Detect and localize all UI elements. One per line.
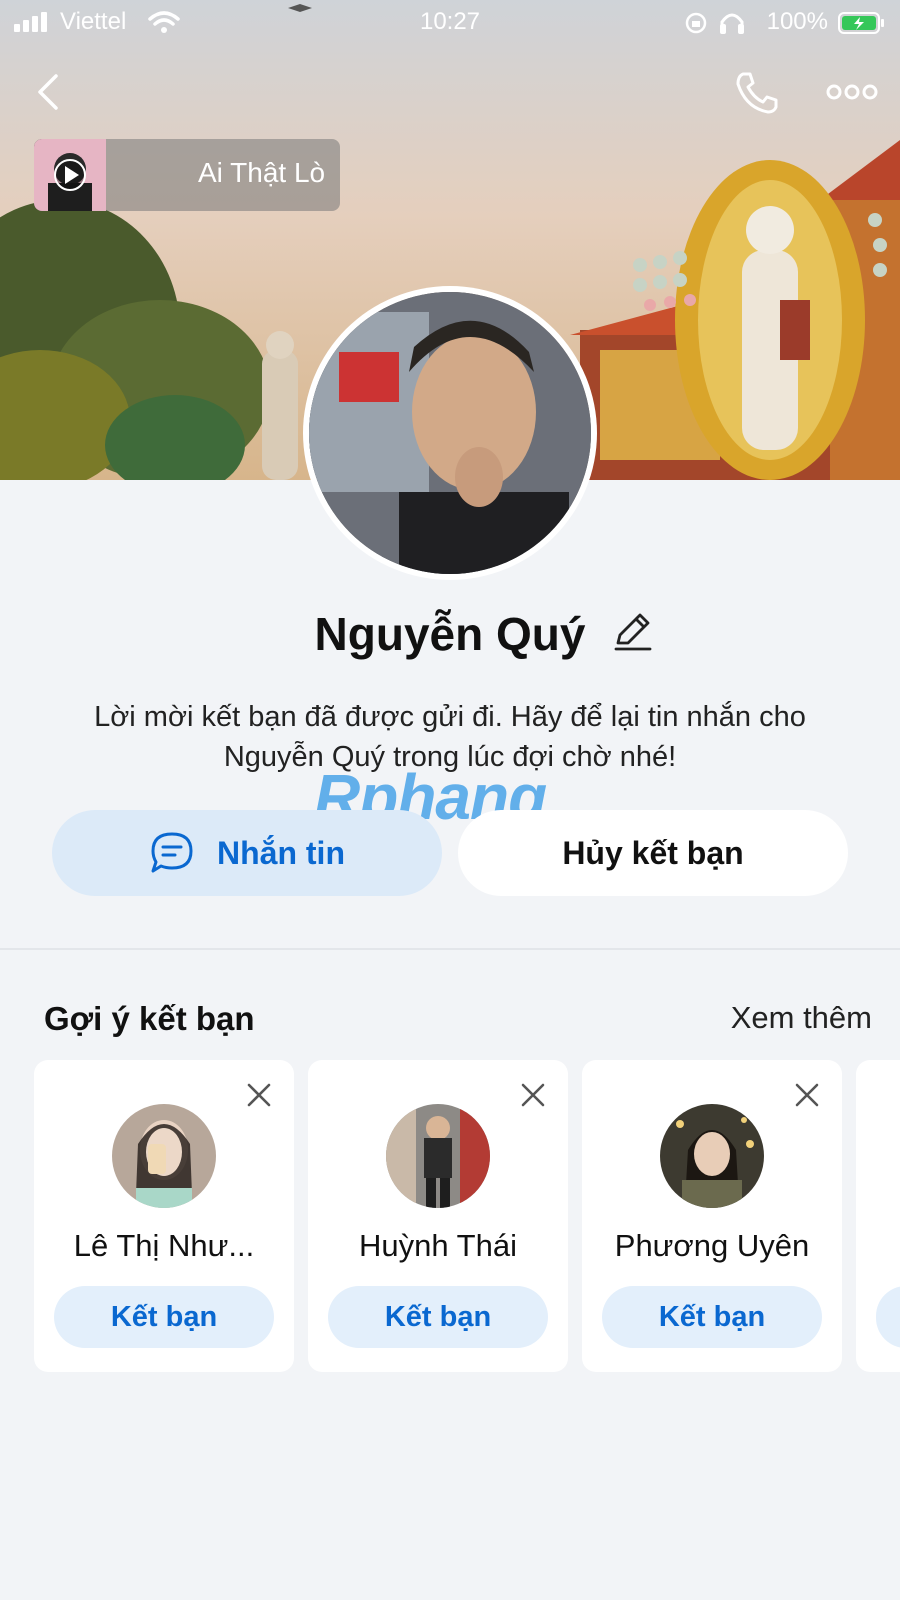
message-button-label: Nhắn tin (217, 834, 345, 871)
add-friend-button[interactable]: Kết bạn (54, 1286, 274, 1348)
close-icon[interactable] (244, 1080, 274, 1110)
close-icon[interactable] (518, 1080, 548, 1110)
close-icon[interactable] (792, 1080, 822, 1110)
headphones-icon (720, 13, 744, 34)
suggestion-card[interactable]: Phương Uyên Kết bạn (582, 1060, 842, 1372)
music-title: Ai Thật Lò (198, 157, 326, 188)
suggestions-title: Gợi ý kết bạn (44, 1000, 255, 1037)
status-bar: Viettel 10:27 100% (0, 0, 900, 44)
suggestion-card[interactable]: Huỳnh Thái Kết bạn (308, 1060, 568, 1372)
chat-bubble-icon (151, 832, 193, 873)
suggestion-avatar[interactable] (112, 1104, 216, 1208)
phone-call-icon[interactable] (734, 70, 780, 116)
suggestion-avatar[interactable] (660, 1104, 764, 1208)
orientation-lock-icon (685, 12, 707, 34)
more-options-icon[interactable] (826, 82, 878, 102)
add-friend-button[interactable]: Kết bạn (602, 1286, 822, 1348)
message-button[interactable]: Nhắn tin (52, 810, 442, 896)
section-divider (0, 948, 900, 950)
battery-percent: 100% (766, 8, 828, 35)
profile-name: Nguyễn Quý (314, 608, 586, 660)
see-more-link[interactable]: Xem thêm (731, 1000, 872, 1036)
edit-name-icon[interactable] (610, 609, 654, 653)
status-time: 10:27 (419, 8, 481, 35)
add-friend-button[interactable]: Kết bạn (328, 1286, 548, 1348)
music-cover-thumbnail (34, 139, 106, 211)
suggestion-avatar[interactable] (386, 1104, 490, 1208)
suggestion-name: Lê Thị Như... (73, 1228, 255, 1263)
add-friend-button-partial[interactable] (876, 1286, 900, 1348)
battery-icon (838, 12, 884, 34)
suggestion-card-partial[interactable] (856, 1060, 900, 1372)
profile-music-player[interactable]: Ai Thật Lò (34, 139, 340, 211)
back-icon[interactable] (34, 72, 62, 112)
unfriend-button[interactable]: Hủy kết bạn (458, 810, 848, 896)
suggestion-card[interactable]: Lê Thị Như... Kết bạn (34, 1060, 294, 1372)
suggestion-name: Huỳnh Thái (359, 1228, 517, 1263)
avatar-image (309, 292, 591, 574)
unfriend-button-label: Hủy kết bạn (562, 834, 744, 871)
profile-avatar[interactable] (303, 286, 597, 580)
suggestion-name: Phương Uyên (614, 1228, 810, 1263)
